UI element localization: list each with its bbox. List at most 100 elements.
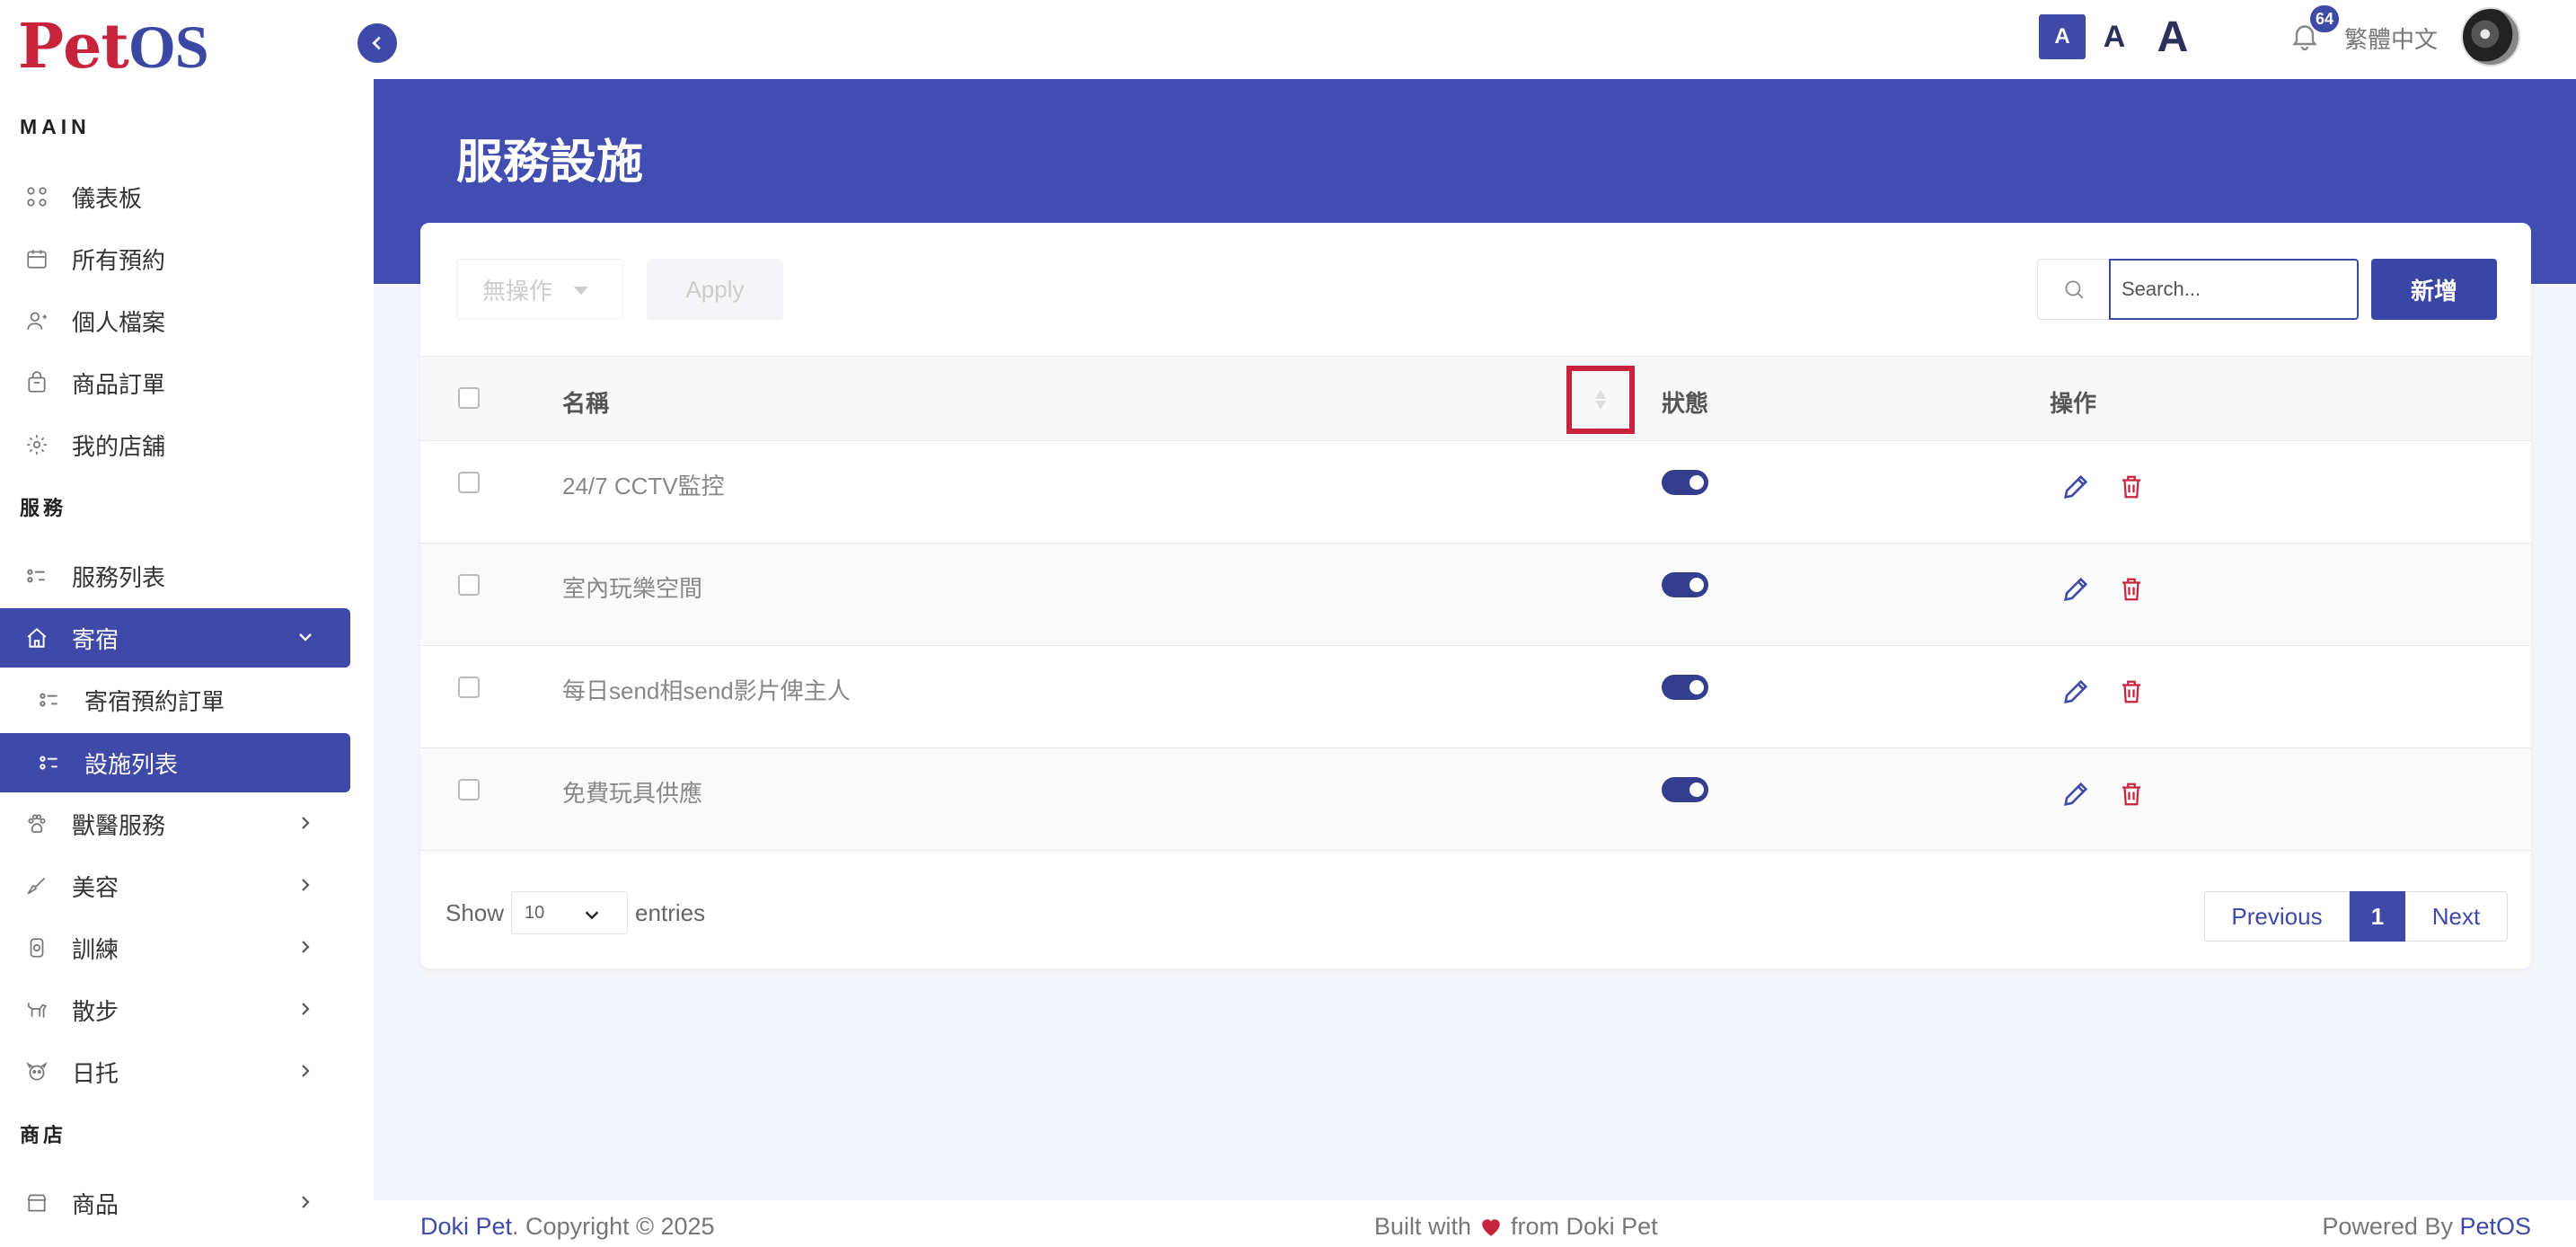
table-divider	[420, 850, 2531, 852]
sidebar-item-label: 儀表板	[72, 184, 143, 212]
paw-icon	[25, 812, 49, 836]
top-bar	[374, 0, 2576, 79]
show-label: Show	[446, 898, 505, 926]
page-length-control: Show 10 entries	[446, 891, 705, 934]
sidebar-item-vet[interactable]: 獸醫服務	[0, 794, 350, 853]
sidebar-item-product-orders[interactable]: 商品訂單	[0, 353, 350, 412]
font-size-small-button[interactable]: A	[2039, 14, 2086, 59]
status-toggle[interactable]	[1662, 675, 1708, 700]
status-toggle[interactable]	[1662, 777, 1708, 802]
section-label-main: MAIN	[20, 115, 91, 138]
list-icon	[25, 564, 49, 588]
status-toggle[interactable]	[1662, 470, 1708, 495]
row-checkbox[interactable]	[458, 472, 480, 493]
sidebar-item-label: 寄宿預約訂單	[84, 687, 225, 715]
bulk-action-select[interactable]: 無操作	[456, 259, 623, 320]
list-icon	[38, 751, 61, 774]
column-header-status[interactable]: 狀態	[1662, 385, 1708, 419]
chevron-right-icon	[302, 1196, 310, 1208]
calendar-icon	[25, 247, 49, 270]
sort-icon	[1595, 390, 1606, 410]
chevron-right-icon	[302, 817, 310, 829]
trash-icon[interactable]	[2118, 472, 2145, 502]
row-checkbox[interactable]	[458, 779, 480, 800]
sidebar-item-label: 散步	[72, 997, 119, 1025]
table-row: 每日send相send影片俾主人	[420, 645, 2531, 747]
add-button[interactable]: 新增	[2371, 259, 2497, 320]
copyright-text: . Copyright © 2025	[512, 1213, 715, 1240]
bag-icon	[25, 371, 49, 394]
dog-icon	[25, 998, 49, 1021]
edit-icon[interactable]	[2060, 677, 2091, 707]
caret-down-icon	[574, 287, 588, 295]
sidebar-item-boarding[interactable]: 寄宿	[0, 608, 350, 668]
facility-name: 24/7 CCTV監控	[562, 473, 725, 500]
powered-by-link[interactable]: PetOS	[2459, 1213, 2531, 1240]
petos-logo[interactable]: Pet OS	[18, 16, 209, 77]
footer: Doki Pet. Copyright © 2025 Built with fr…	[374, 1200, 2576, 1247]
footer-copyright: Doki Pet. Copyright © 2025	[420, 1213, 715, 1241]
column-header-name[interactable]: 名稱	[562, 385, 609, 419]
store-icon	[25, 433, 49, 456]
sidebar-item-all-bookings[interactable]: 所有預約	[0, 229, 350, 288]
font-size-medium-button[interactable]: A	[2093, 14, 2136, 59]
sidebar-item-training[interactable]: 訓練	[0, 918, 350, 977]
sidebar-item-my-store[interactable]: 我的店舖	[0, 415, 350, 474]
trash-icon[interactable]	[2118, 677, 2145, 707]
row-checkbox[interactable]	[458, 574, 480, 596]
bulk-action-value: 無操作	[482, 277, 553, 305]
search-icon	[2037, 259, 2109, 320]
status-toggle[interactable]	[1662, 572, 1708, 597]
notification-badge: 64	[2310, 5, 2339, 32]
sidebar-item-boarding-orders[interactable]: 寄宿預約訂單	[0, 670, 350, 730]
facility-table-card: 無操作 Apply 新增 名稱 狀態 操作 24/7 CCTV監控 室內玩樂空間	[420, 223, 2531, 968]
sidebar-item-label: 寄宿	[72, 625, 119, 653]
sort-toggle[interactable]	[1566, 366, 1635, 434]
sidebar-item-grooming[interactable]: 美容	[0, 856, 350, 915]
sidebar: Pet OS MAIN 儀表板 所有預約 個人檔案 商品訂單 我的店舖 服務 服務…	[0, 0, 374, 1247]
apply-button[interactable]: Apply	[647, 259, 783, 320]
table-row: 24/7 CCTV監控	[420, 440, 2531, 543]
select-all-checkbox[interactable]	[458, 387, 480, 409]
sidebar-item-service-list[interactable]: 服務列表	[0, 546, 350, 606]
sidebar-item-daycare[interactable]: 日托	[0, 1042, 350, 1101]
chevron-down-icon	[299, 633, 312, 641]
page-1-button[interactable]: 1	[2350, 891, 2405, 942]
sidebar-item-walking[interactable]: 散步	[0, 980, 350, 1039]
heart-icon	[1482, 1218, 1500, 1236]
sidebar-item-label: 服務列表	[72, 563, 166, 591]
edit-icon[interactable]	[2060, 779, 2091, 809]
font-size-large-button[interactable]: A	[2148, 13, 2197, 61]
table-header: 名稱 狀態 操作	[420, 356, 2531, 440]
entries-label: entries	[635, 898, 706, 926]
sidebar-item-dashboard[interactable]: 儀表板	[0, 167, 350, 226]
edit-icon[interactable]	[2060, 472, 2091, 502]
sidebar-item-products[interactable]: 商品	[0, 1173, 350, 1233]
row-checkbox[interactable]	[458, 677, 480, 698]
sidebar-item-label: 設施列表	[84, 750, 179, 778]
next-page-button[interactable]: Next	[2405, 891, 2508, 942]
search-input[interactable]	[2109, 259, 2359, 320]
previous-page-button[interactable]: Previous	[2204, 891, 2350, 942]
pagination: Previous 1 Next	[2204, 891, 2508, 942]
page-length-select[interactable]: 10	[511, 891, 629, 934]
collapse-sidebar-button[interactable]	[357, 23, 397, 63]
built-with-text: Built with	[1374, 1213, 1472, 1240]
trash-icon[interactable]	[2118, 779, 2145, 809]
footer-company-link[interactable]: Doki Pet	[420, 1213, 512, 1240]
page-title: 服務設施	[456, 137, 644, 189]
sidebar-item-label: 商品訂單	[72, 370, 166, 398]
edit-icon[interactable]	[2060, 574, 2091, 605]
facility-name: 室內玩樂空間	[562, 575, 703, 602]
sidebar-item-label: 美容	[72, 873, 119, 901]
sidebar-item-facility-list[interactable]: 設施列表	[0, 733, 350, 792]
list-icon	[38, 688, 61, 712]
user-icon	[25, 309, 49, 332]
language-selector[interactable]: 繁體中文	[2344, 22, 2438, 55]
sidebar-item-label: 獸醫服務	[72, 811, 166, 839]
sidebar-item-label: 商品	[72, 1190, 119, 1218]
sidebar-item-profile[interactable]: 個人檔案	[0, 291, 350, 350]
brush-icon	[25, 874, 49, 898]
trash-icon[interactable]	[2118, 574, 2145, 605]
avatar[interactable]	[2461, 7, 2520, 66]
